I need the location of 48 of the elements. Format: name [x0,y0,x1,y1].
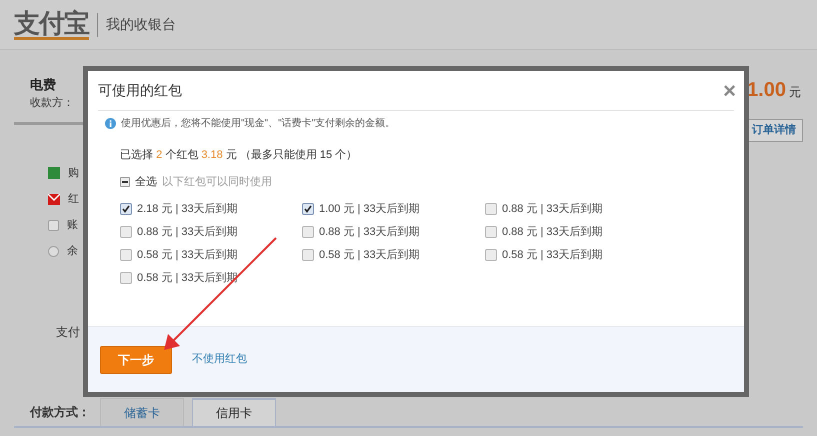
checkbox[interactable] [485,249,497,261]
coupon-option: 1.00 元 | 33天后到期 [319,200,420,218]
page-title: 我的收银台 [106,15,176,34]
payment-method-label: 购 [68,166,79,181]
payee-label: 收款方： [30,96,74,110]
coupon-option: 0.88 元 | 33天后到期 [137,224,238,240]
coupon-option: 0.58 元 | 33天后到期 [502,246,603,264]
skip-link[interactable]: 不使用红包 [192,351,247,368]
payment-tab[interactable]: 储蓄卡 [100,398,184,426]
select-all-label: 全选 [135,174,157,190]
checkbox[interactable] [120,203,132,215]
checkbox[interactable] [48,220,59,230]
dialog-title: 可使用的红包 [98,81,182,100]
payment-method-title: 付款方式： [28,404,91,421]
envelope-icon [48,194,60,204]
select-all-checkbox[interactable] [120,176,130,187]
payment-method-label: 账 [67,218,78,233]
coupon-option: 0.88 元 | 33天后到期 [502,224,603,240]
payment-tab[interactable]: 信用卡 [192,398,276,426]
close-button[interactable]: × [723,80,736,102]
check-icon [122,205,130,213]
checkbox[interactable] [302,226,314,238]
coupon-option: 0.88 元 | 33天后到期 [319,224,420,240]
checkbox[interactable] [302,249,314,261]
coupon-option: 0.88 元 | 33天后到期 [502,200,603,218]
checkbox[interactable] [120,249,132,261]
order-amount: 1.00 [747,78,786,103]
payment-method-label: 红 [68,192,79,207]
payment-method-label: 余 [67,244,78,259]
select-all-hint: 以下红包可以同时使用 [162,174,272,190]
pay-label: 支付 [56,324,80,341]
next-button[interactable]: 下一步 [100,346,172,374]
radio-button[interactable] [48,246,59,256]
order-name: 电费 [30,76,57,94]
notice-text: 使用优惠后，您将不能使用"现金"、"话费卡"支付剩余的金额。 [121,116,396,131]
check-icon [304,205,312,213]
coupon-option: 2.18 元 | 33天后到期 [137,200,238,218]
checkbox[interactable] [120,226,132,238]
currency-label: 元 [789,84,801,101]
checkbox[interactable] [485,203,497,215]
checkbox[interactable] [120,272,132,284]
selection-summary: 已选择 2 个红包 3.18 元 （最多只能使用 15 个） [120,148,358,163]
checkbox[interactable] [485,226,497,238]
info-icon [105,118,116,129]
coupon-option: 0.58 元 | 33天后到期 [319,246,420,264]
checkbox[interactable] [302,203,314,215]
logo: 支付宝 [14,10,89,40]
coupon-option: 0.58 元 | 33天后到期 [137,246,238,264]
